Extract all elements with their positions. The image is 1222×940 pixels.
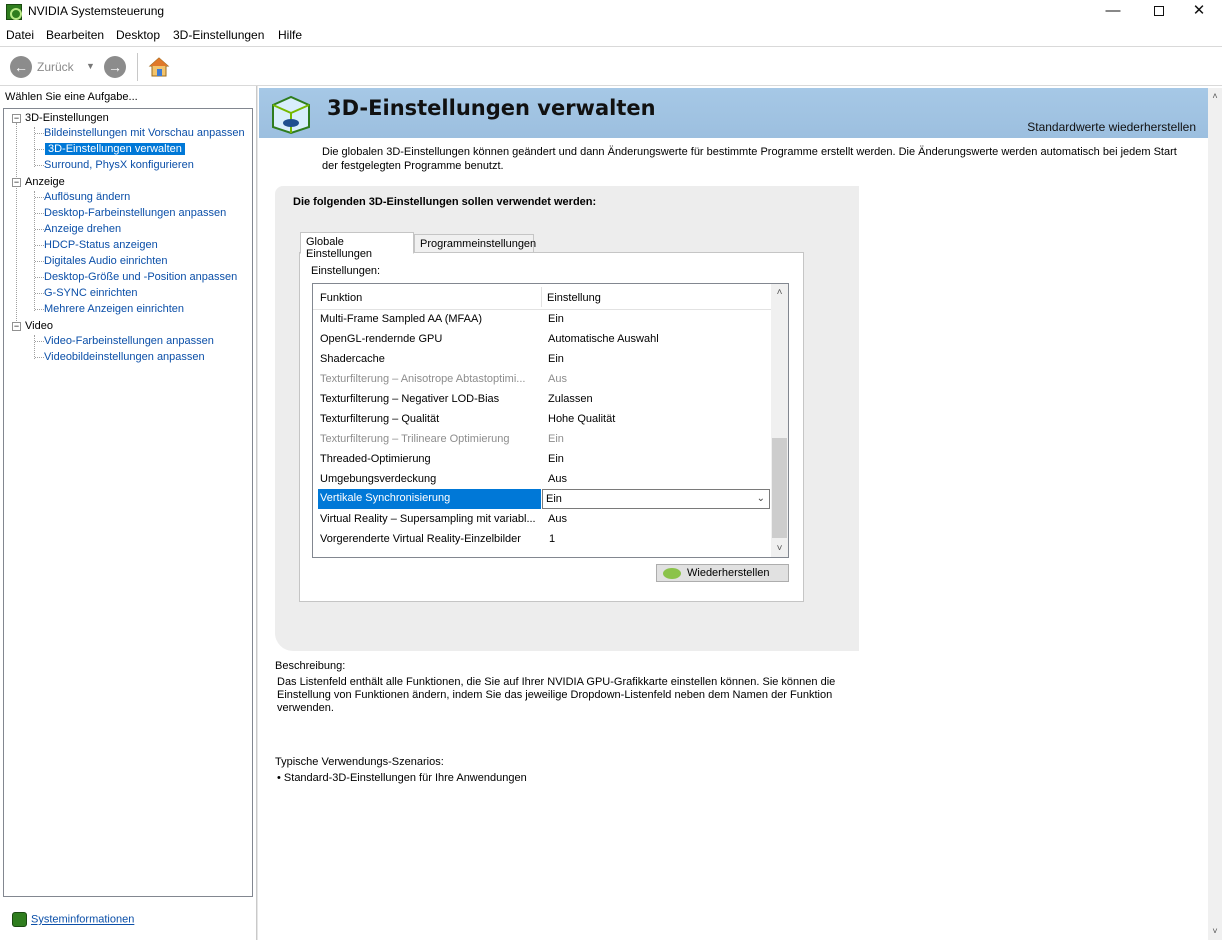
tree-item-gsync[interactable]: G-SYNC einrichten [44, 287, 138, 299]
settings-label: Einstellungen: [311, 265, 381, 277]
collapse-icon[interactable]: − [12, 321, 21, 331]
page-scrollbar[interactable]: ˄ ˅ [1208, 88, 1222, 940]
toolbar: ← Zurück ▼ → [0, 46, 1222, 86]
settings-list[interactable]: Funktion Einstellung Multi-Frame Sampled… [312, 283, 789, 558]
tree-item-video-farbe[interactable]: Video-Farbeinstellungen anpassen [44, 335, 214, 347]
menu-3d-einstellungen[interactable]: 3D-Einstellungen [173, 28, 264, 42]
close-button[interactable]: ✕ [1176, 0, 1222, 24]
menu-bar: Datei Bearbeiten Desktop 3D-Einstellunge… [0, 25, 1222, 45]
history-dropdown-icon[interactable]: ▼ [86, 61, 95, 71]
menu-hilfe[interactable]: Hilfe [278, 28, 302, 42]
collapse-icon[interactable]: − [12, 113, 21, 123]
setting-row-selected[interactable]: Vertikale Synchronisierung Ein ⌄ [313, 489, 771, 509]
usage-item: • Standard-3D-Einstellungen für Ihre Anw… [277, 772, 527, 784]
setting-row[interactable]: Vorgerenderte Virtual Reality-Einzelbild… [313, 529, 771, 549]
tree-item-desktop-groesse[interactable]: Desktop-Größe und -Position anpassen [44, 271, 237, 283]
setting-row[interactable]: Umgebungsverdeckung Aus [313, 469, 771, 489]
task-tree: −3D-Einstellungen Bildeinstellungen mit … [3, 108, 253, 897]
menu-bearbeiten[interactable]: Bearbeiten [46, 28, 104, 42]
tree-item-surround-physx[interactable]: Surround, PhysX konfigurieren [44, 159, 194, 171]
sysinfo-link[interactable]: Systeminformationen [31, 914, 134, 926]
arrow-left-icon: ← [14, 59, 28, 75]
description-heading: Beschreibung: [275, 660, 346, 672]
setting-row[interactable]: OpenGL-rendernde GPU Automatische Auswah… [313, 329, 771, 349]
tree-item-anzeige-drehen[interactable]: Anzeige drehen [44, 223, 121, 235]
scroll-down-icon[interactable]: ˅ [771, 540, 788, 557]
toolbar-separator [137, 53, 138, 81]
usage-heading: Typische Verwendungs-Szenarios: [275, 756, 444, 768]
back-label[interactable]: Zurück [37, 60, 74, 74]
page-title: 3D-Einstellungen verwalten [327, 96, 656, 120]
home-icon[interactable] [148, 56, 170, 78]
setting-row[interactable]: Shadercache Ein [313, 349, 771, 369]
tree-item-hdcp[interactable]: HDCP-Status anzeigen [44, 239, 158, 251]
sysinfo-link-area: Systeminformationen [12, 912, 134, 927]
tree-item-digitales-audio[interactable]: Digitales Audio einrichten [44, 255, 168, 267]
setting-row: Texturfilterung – Trilineare Optimierung… [320, 433, 564, 445]
tree-item-videobild[interactable]: Videobildeinstellungen anpassen [44, 351, 205, 363]
tree-item-aufloesung[interactable]: Auflösung ändern [44, 191, 130, 203]
menu-datei[interactable]: Datei [6, 28, 34, 42]
setting-row[interactable]: Texturfilterung – Negativer LOD-Bias Zul… [313, 389, 771, 409]
setting-value-dropdown[interactable]: Ein ⌄ [542, 489, 770, 509]
settings-heading: Die folgenden 3D-Einstellungen sollen ve… [293, 196, 597, 208]
task-panel-heading: Wählen Sie eine Aufgabe... [5, 91, 138, 103]
title-bar: NVIDIA Systemsteuerung — ✕ [0, 0, 1222, 24]
arrow-right-icon: → [108, 59, 122, 75]
tab-global-settings[interactable]: Globale Einstellungen [300, 232, 414, 260]
column-header-einstellung[interactable]: Einstellung [547, 292, 601, 304]
restore-defaults-link[interactable]: Standardwerte wiederherstellen [1027, 120, 1196, 134]
description-text: Das Listenfeld enthält alle Funktionen, … [277, 676, 836, 714]
tree-group-video[interactable]: − Video [12, 320, 53, 332]
back-button[interactable]: ← [10, 56, 32, 78]
tab-program-settings[interactable]: Programmeinstellungen [414, 234, 536, 254]
scroll-down-icon[interactable]: ˅ [1208, 923, 1222, 940]
setting-row[interactable]: Threaded-Optimierung Ein [313, 449, 771, 469]
chevron-down-icon[interactable]: ⌄ [757, 493, 765, 504]
tree-group-anzeige[interactable]: − Anzeige [12, 176, 65, 188]
tree-item-bildeinstellungen[interactable]: Bildeinstellungen mit Vorschau anpassen [44, 127, 245, 139]
setting-row[interactable]: Multi-Frame Sampled AA (MFAA) Ein [313, 309, 771, 329]
system-info-icon [12, 912, 27, 927]
window-title: NVIDIA Systemsteuerung [28, 4, 165, 18]
nvidia-eye-icon [663, 568, 681, 579]
tree-item-3d-verwalten[interactable]: 3D-Einstellungen verwalten [45, 143, 185, 155]
setting-row[interactable]: Virtual Reality – Supersampling mit vari… [313, 509, 771, 529]
nvidia-app-icon [6, 4, 22, 20]
tree-item-mehrere-anzeigen[interactable]: Mehrere Anzeigen einrichten [44, 303, 184, 315]
setting-row[interactable]: Texturfilterung – Qualität Hohe Qualität [313, 409, 771, 429]
scroll-up-icon[interactable]: ˄ [771, 284, 788, 301]
column-header-funktion[interactable]: Funktion [320, 292, 362, 304]
intro-text: Die globalen 3D-Einstellungen können geä… [322, 146, 1177, 172]
settings-list-scrollbar[interactable]: ˄ ˅ [771, 284, 788, 557]
minimize-button[interactable]: — [1090, 0, 1136, 24]
scroll-up-icon[interactable]: ˄ [1208, 88, 1222, 105]
panel-splitter[interactable] [256, 86, 258, 940]
page-banner: 3D-Einstellungen verwalten Standardwerte… [259, 88, 1208, 138]
list-header: Funktion Einstellung [313, 284, 771, 310]
restore-button[interactable]: Wiederherstellen [656, 564, 789, 582]
maximize-icon [1154, 6, 1164, 16]
tree-group-3d[interactable]: −3D-Einstellungen [12, 112, 109, 124]
forward-button[interactable]: → [104, 56, 126, 78]
3d-settings-icon [272, 95, 310, 135]
collapse-icon[interactable]: − [12, 177, 21, 187]
tree-item-desktop-farbe[interactable]: Desktop-Farbeinstellungen anpassen [44, 207, 226, 219]
menu-desktop[interactable]: Desktop [116, 28, 160, 42]
scrollbar-thumb[interactable] [772, 438, 787, 538]
setting-row: Texturfilterung – Anisotrope Abtastoptim… [320, 373, 567, 385]
